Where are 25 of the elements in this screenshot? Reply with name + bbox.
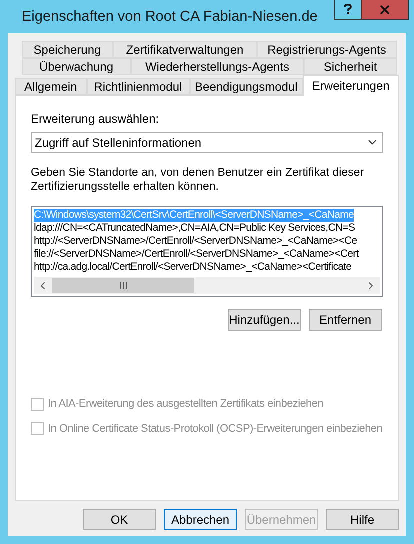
dialog-button[interactable]: Abbrechen — [164, 509, 237, 530]
tab[interactable]: Beendigungsmodul — [190, 78, 304, 95]
tab[interactable]: Richtlinienmodul — [86, 78, 190, 95]
tab[interactable]: Registrierungs-Agents — [257, 41, 397, 58]
extension-dropdown[interactable]: Zugriff auf Stelleninformationen — [31, 132, 383, 153]
field-label: Erweiterung auswählen: — [31, 111, 160, 128]
tab[interactable]: Allgemein — [15, 78, 87, 95]
location-item[interactable]: file://<ServerDNSName>/CertEnroll/<ServerDNSName>_<CaName><Cert — [34, 248, 359, 261]
checkbox-label: In Online Certificate Status-Protokoll (OCSP)-Erweiterungen einbeziehen — [48, 422, 383, 436]
location-item[interactable]: http://<ServerDNSName>/CertEnroll/<ServerDNSName>_<CaName><Ce — [34, 235, 358, 248]
location-item[interactable]: http://ca.adg.local/CertEnroll/<ServerDNSName>_<CaName><Certificate — [34, 261, 352, 274]
list-action-button[interactable]: Entfernen — [309, 309, 382, 331]
checkbox-label: In AIA-Erweiterung des ausgestellten Zertifikats einbeziehen — [48, 397, 324, 412]
tab[interactable]: Wiederherstellungs-Agents — [131, 58, 304, 75]
location-item[interactable]: ldap:///CN=<CATruncatedName>,CN=AIA,CN=Public Key Services,CN=S — [34, 222, 356, 235]
tab[interactable]: Überwachung — [22, 58, 131, 75]
description-text: Geben Sie Standorte an, von denen Benutzer ein Zertifikat dieser Zertifizierungsstelle erhalten können. — [31, 166, 366, 194]
tab[interactable]: Erweiterungen — [303, 75, 399, 96]
tab[interactable]: Speicherung — [22, 41, 113, 58]
tab[interactable]: Zertifikatverwaltungen — [113, 41, 257, 58]
tab[interactable]: Sicherheit — [304, 58, 397, 75]
dialog-button[interactable]: Hilfe — [326, 509, 399, 530]
window-title: Eigenschaften von Root CA Fabian-Niesen.de — [22, 8, 318, 27]
list-action-button[interactable]: Hinzufügen... — [228, 309, 301, 331]
dialog-button[interactable]: OK — [83, 509, 156, 530]
